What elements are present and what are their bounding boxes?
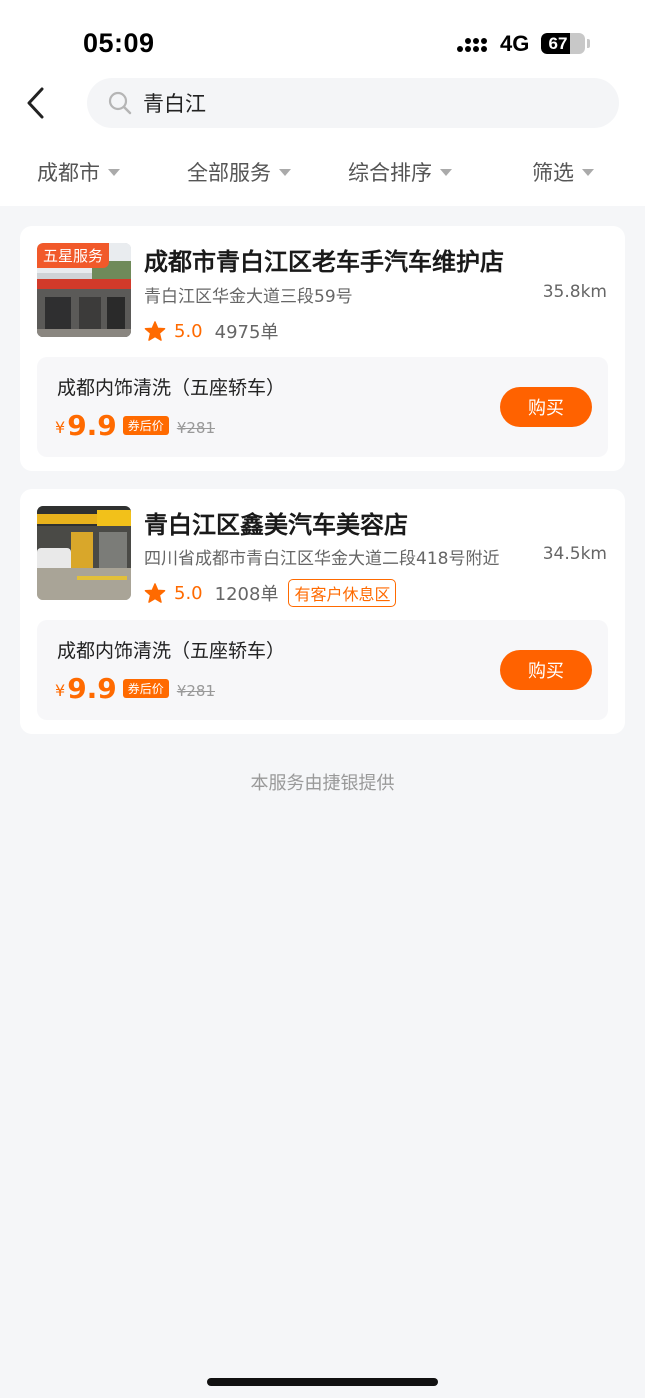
amenity-tag: 有客户休息区 [288,579,397,607]
deal-item[interactable]: 成都内饰清洗（五座轿车） ¥ 9.9 券后价 ¥281 购买 [37,357,608,457]
star-icon [144,583,166,603]
rating-score: 5.0 [174,582,203,604]
battery-icon: 67 [541,33,585,54]
coupon-price-badge: 券后价 [122,416,169,435]
deal-price: 9.9 [67,672,117,705]
storefront-image [37,506,131,600]
buy-button[interactable]: 购买 [500,387,592,427]
deal-title: 成都内饰清洗（五座轿车） [57,640,286,662]
deal-title: 成都内饰清洗（五座轿车） [57,377,286,399]
search-input[interactable] [143,78,583,128]
deal-item[interactable]: 成都内饰清洗（五座轿车） ¥ 9.9 券后价 ¥281 购买 [37,620,608,720]
filter-more-label: 筛选 [532,161,574,185]
battery-cap [587,39,590,48]
back-button[interactable] [18,83,58,123]
shop-photo [37,506,131,600]
filter-sort[interactable]: 综合排序 [348,150,452,194]
original-price: ¥281 [176,682,215,700]
caret-down-icon [279,168,291,176]
filter-service-label: 全部服务 [187,161,271,185]
service-provider-note: 本服务由捷银提供 [250,773,395,794]
shop-address: 青白江区华金大道三段59号 [144,287,353,307]
filter-city-label: 成都市 [37,161,100,185]
caret-down-icon [582,168,594,176]
original-price: ¥281 [176,419,215,437]
price-row: ¥ 9.9 券后价 ¥281 [55,407,215,441]
home-indicator[interactable] [207,1378,438,1386]
shop-distance: 34.5km [542,544,607,564]
chevron-left-icon [27,87,44,119]
filter-sort-label: 综合排序 [348,161,432,185]
status-bar: 05:09 4G 67 [0,0,645,80]
cellular-signal-icon [457,34,491,56]
battery-level: 67 [548,34,568,53]
shop-address: 四川省成都市青白江区华金大道二段418号附近 [144,549,500,569]
shop-name: 成都市青白江区老车手汽车维护店 [144,248,504,276]
filter-city[interactable]: 成都市 [37,150,120,194]
star-icon [144,321,166,341]
shop-name: 青白江区鑫美汽车美容店 [144,511,408,539]
deal-price: 9.9 [67,409,117,442]
price-row: ¥ 9.9 券后价 ¥281 [55,670,215,704]
status-time: 05:09 [83,28,155,58]
shop-card[interactable]: 五星服务 成都市青白江区老车手汽车维护店 青白江区华金大道三段59号 35.8k… [20,226,625,471]
order-count: 4975单 [214,322,279,343]
filter-bar: 成都市 全部服务 综合排序 筛选 [0,150,645,194]
network-type: 4G [500,31,530,56]
rating-row: 5.0 4975单 [144,318,288,344]
caret-down-icon [440,168,452,176]
coupon-price-badge: 券后价 [122,679,169,698]
order-count: 1208单 [214,584,279,605]
buy-button[interactable]: 购买 [500,650,592,690]
search-icon [108,91,132,115]
filter-more[interactable]: 筛选 [532,150,594,194]
search-bar[interactable] [87,78,619,128]
shop-distance: 35.8km [542,282,607,302]
currency-symbol: ¥ [55,681,66,700]
currency-symbol: ¥ [55,418,66,437]
rating-score: 5.0 [174,320,203,342]
header: 05:09 4G 67 成都市 全部服务 [0,0,645,206]
filter-service[interactable]: 全部服务 [187,150,291,194]
caret-down-icon [108,168,120,176]
shop-photo: 五星服务 [37,243,131,337]
shop-card[interactable]: 青白江区鑫美汽车美容店 四川省成都市青白江区华金大道二段418号附近 34.5k… [20,489,625,734]
five-star-badge: 五星服务 [37,243,110,268]
rating-row: 5.0 1208单 有客户休息区 [144,579,397,607]
